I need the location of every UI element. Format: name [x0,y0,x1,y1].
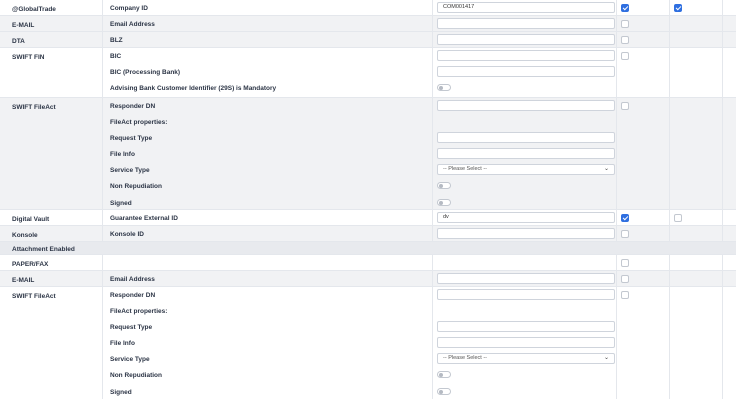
responder-dn-label: Responder DN [110,103,156,110]
advising-mandatory-label: Advising Bank Customer Identifier (29S) … [110,85,277,93]
field-label: Email Address [110,21,155,28]
service-type-value: -- Please Select -- [443,355,488,362]
checkbox-checked-icon[interactable] [621,4,629,12]
channel-label: E-MAIL [12,277,35,284]
toggle-knob [439,389,443,394]
konsole-id-input[interactable] [437,228,615,239]
row-konsole: Konsole Konsole ID [0,226,736,242]
request-type-input[interactable] [437,321,615,333]
non-repudiation-toggle[interactable] [437,182,451,190]
checkbox[interactable] [621,275,629,283]
service-type-value: -- Please Select -- [443,166,488,173]
checkbox[interactable] [621,259,629,267]
bic-processing-label: BIC (Processing Bank) [110,69,181,77]
fileact-properties-label: FileAct properties: [110,308,168,316]
responder-dn-label: Responder DN [110,292,156,299]
field-label: Company ID [110,5,148,12]
file-info-input[interactable] [437,148,615,160]
field-label: Email Address [110,276,155,283]
service-type-select[interactable]: -- Please Select -- ⌄ [437,164,615,176]
non-repudiation-toggle[interactable] [437,371,451,379]
signed-toggle[interactable] [437,198,451,206]
request-type-label: Request Type [110,324,153,332]
fileact-properties-label: FileAct properties: [110,119,168,127]
checkbox[interactable] [674,214,682,222]
blz-input[interactable] [437,34,615,45]
checkbox[interactable] [621,52,629,60]
row-swift-fileact-attachment: SWIFT FileAct Responder DN FileAct prope… [0,287,736,399]
channel-label: Digital Vault [12,216,50,223]
service-type-select[interactable]: -- Please Select -- ⌄ [437,353,615,365]
checkbox[interactable] [621,102,629,110]
bic-processing-input[interactable] [437,66,615,78]
toggle-knob [439,200,443,205]
service-type-label: Service Type [110,356,150,364]
file-info-label: File Info [110,151,135,159]
advising-mandatory-toggle[interactable] [437,84,451,92]
guarantee-external-id-input[interactable]: dv [437,212,615,223]
checkbox[interactable] [621,36,629,44]
service-type-label: Service Type [110,167,150,175]
responder-dn-input[interactable] [437,289,615,300]
checkbox[interactable] [621,20,629,28]
row-email: E-MAIL Email Address [0,16,736,32]
toggle-knob [439,86,443,91]
channel-settings-grid: @GlobalTrade Company ID COM001417 E-MAIL… [0,0,736,399]
toggle-knob [439,184,443,189]
field-label: BLZ [110,37,123,44]
channel-label: SWIFT FileAct [12,293,56,300]
row-email-attachment: E-MAIL Email Address [0,271,736,287]
checkbox[interactable] [621,230,629,238]
non-repudiation-label: Non Repudiation [110,372,162,380]
channel-label: E-MAIL [12,22,35,29]
field-label: Konsole ID [110,231,144,238]
channel-label: @GlobalTrade [12,6,56,13]
row-digital-vault: Digital Vault Guarantee External ID dv [0,210,736,226]
responder-dn-input[interactable] [437,100,615,111]
non-repudiation-label: Non Repudiation [110,183,162,191]
channel-label: PAPER/FAX [12,261,49,268]
chevron-down-icon: ⌄ [603,355,609,362]
request-type-label: Request Type [110,135,153,143]
checkbox-checked-icon[interactable] [621,214,629,222]
channel-label: SWIFT FileAct [12,104,56,111]
email-address-input[interactable] [437,273,615,284]
email-address-input[interactable] [437,18,615,29]
section-attachment-enabled: Attachment Enabled [0,242,736,255]
field-label: Guarantee External ID [110,215,178,222]
signed-label: Signed [110,388,132,396]
bic-input[interactable] [437,50,615,61]
checkbox-checked-icon[interactable] [674,4,682,12]
bic-label: BIC [110,53,122,60]
row-paper-fax: PAPER/FAX [0,255,736,271]
row-swift-fileact: SWIFT FileAct Responder DN FileAct prope… [0,98,736,210]
signed-label: Signed [110,199,132,207]
row-swift-fin: SWIFT FIN BIC BIC (Processing Bank) Advi… [0,48,736,98]
channel-label: Konsole [12,232,38,239]
company-id-input[interactable]: COM001417 [437,2,615,13]
channel-cell: @GlobalTrade [0,0,103,15]
chevron-down-icon: ⌄ [603,166,609,173]
file-info-label: File Info [110,340,135,348]
request-type-input[interactable] [437,132,615,144]
signed-toggle[interactable] [437,387,451,395]
channel-label: SWIFT FIN [12,54,45,61]
row-dta: DTA BLZ [0,32,736,48]
checkbox[interactable] [621,291,629,299]
toggle-knob [439,373,443,378]
file-info-input[interactable] [437,337,615,349]
channel-label: DTA [12,38,25,45]
row-globaltrade: @GlobalTrade Company ID COM001417 [0,0,736,16]
section-label: Attachment Enabled [12,246,75,253]
